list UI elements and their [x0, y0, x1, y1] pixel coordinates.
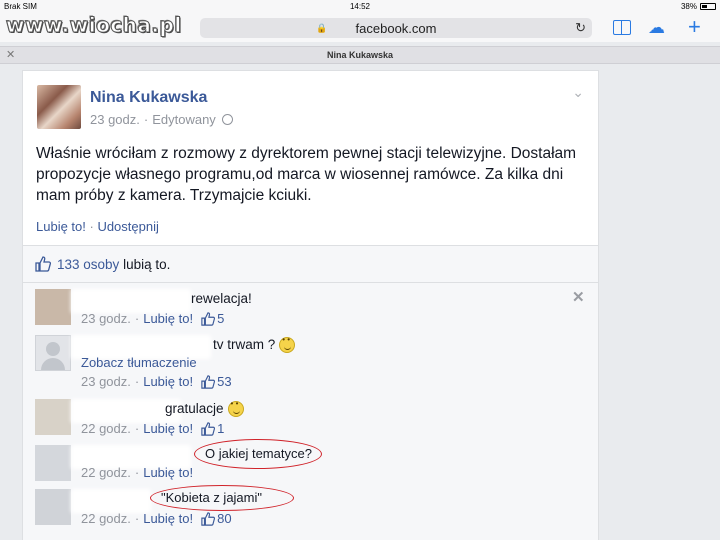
comment-like-count[interactable]: 1: [217, 421, 224, 436]
like-button[interactable]: Lubię to!: [36, 219, 86, 234]
comments-section: ✕ rewelacja! 23 godz. · Lubię to! 5 tv t…: [22, 283, 599, 540]
comment-time[interactable]: 23 godz.: [81, 311, 131, 326]
reload-icon[interactable]: ↻: [575, 20, 586, 36]
comment-meta: 22 godz. · Lubię to! 80: [81, 511, 232, 526]
comment-item: rewelacja! 23 godz. · Lubię to! 5: [23, 287, 600, 331]
thumb-up-icon: [201, 374, 216, 389]
comment-text: gratulacje: [165, 399, 244, 418]
comment-item: tv trwam ? Zobacz tłumaczenie 23 godz. ·…: [23, 333, 600, 393]
avatar[interactable]: [35, 445, 71, 481]
avatar[interactable]: [35, 335, 71, 371]
watermark: www.wiocha.pl: [6, 13, 182, 38]
post-author[interactable]: Nina Kukawska: [90, 89, 207, 107]
post-actions: Lubię to! · Udostępnij: [36, 219, 159, 234]
comment-text: "Kobieta z jajami": [161, 490, 262, 505]
likes-count: 133 osoby lubią to.: [57, 257, 170, 272]
comment-like-button[interactable]: Lubię to!: [143, 374, 193, 389]
battery-icon: [700, 3, 716, 10]
likes-link[interactable]: 133 osoby: [57, 257, 119, 272]
see-translation-link[interactable]: Zobacz tłumaczenie: [81, 355, 197, 370]
status-bar: Brak SIM 14:52 38%: [0, 0, 720, 14]
tab-title[interactable]: Nina Kukawska: [0, 50, 720, 60]
likes-suffix: lubią to.: [119, 257, 171, 272]
tab-bar: ✕ Nina Kukawska: [0, 46, 720, 64]
comment-time[interactable]: 23 godz.: [81, 374, 131, 389]
comment-text-content: tv trwam ?: [213, 337, 276, 352]
likes-summary: 133 osoby lubią to.: [22, 245, 599, 283]
comment-text: rewelacja!: [191, 291, 252, 306]
comment-meta: 23 godz. · Lubię to! 53: [81, 374, 232, 389]
plus-icon[interactable]: +: [688, 14, 701, 40]
address-bar[interactable]: 🔒 facebook.com ↻: [200, 18, 592, 38]
avatar[interactable]: [35, 489, 71, 525]
comment-item: gratulacje 22 godz. · Lubię to! 1: [23, 397, 600, 441]
thumb-up-icon: [201, 421, 216, 436]
comment-like-button[interactable]: Lubię to!: [143, 511, 193, 526]
comment-item: "Kobieta z jajami" 22 godz. · Lubię to! …: [23, 485, 600, 533]
comment-meta: 22 godz. · Lubię to!: [81, 465, 194, 480]
comment-like-button[interactable]: Lubię to!: [143, 311, 193, 326]
comment-item: O jakiej tematyce? 22 godz. · Lubię to!: [23, 439, 600, 483]
thumb-up-icon: [201, 311, 216, 326]
browser-toolbar: www.wiocha.pl 🔒 facebook.com ↻ ☁ +: [0, 13, 720, 42]
post-time[interactable]: 23 godz.: [90, 112, 140, 127]
comment-like-count[interactable]: 53: [217, 374, 231, 389]
comment-text: tv trwam ?: [213, 335, 296, 354]
edited-label[interactable]: Edytowany: [152, 112, 216, 127]
battery-indicator: 38%: [681, 2, 716, 11]
comment-time[interactable]: 22 godz.: [81, 511, 131, 526]
chevron-down-icon[interactable]: ⌄: [572, 84, 584, 101]
url-text[interactable]: facebook.com: [200, 21, 592, 36]
smile-icon: [227, 399, 244, 418]
avatar[interactable]: [35, 399, 71, 435]
post-text: Właśnie wróciłam z rozmowy z dyrektorem …: [36, 145, 577, 204]
thumb-up-icon: [201, 511, 216, 526]
blurred-name: [71, 289, 191, 313]
blurred-name: [71, 489, 151, 513]
comment-like-count[interactable]: 5: [217, 311, 224, 326]
comment-like-button[interactable]: Lubię to!: [143, 421, 193, 436]
comment-like-count[interactable]: 80: [217, 511, 231, 526]
avatar[interactable]: [35, 289, 71, 325]
battery-percent: 38%: [680, 2, 697, 11]
comment-time[interactable]: 22 godz.: [81, 421, 131, 436]
cropped-comment: [103, 533, 533, 540]
comment-like-button[interactable]: Lubię to!: [143, 465, 193, 480]
book-icon[interactable]: [613, 20, 631, 35]
avatar[interactable]: [37, 85, 81, 129]
smile-icon: [279, 335, 296, 354]
thumb-up-icon: [35, 256, 51, 272]
globe-icon: [221, 114, 233, 125]
comment-meta: 22 godz. · Lubię to! 1: [81, 421, 225, 436]
comment-text-content: gratulacje: [165, 401, 224, 416]
comment-time[interactable]: 22 godz.: [81, 465, 131, 480]
cloud-icon[interactable]: ☁: [648, 18, 665, 38]
meta-separator: ·: [143, 112, 149, 127]
post-card: Nina Kukawska 23 godz. · Edytowany ⌄ Wła…: [22, 70, 599, 245]
action-separator: ·: [85, 219, 98, 234]
post-meta: 23 godz. · Edytowany: [90, 112, 233, 127]
comment-meta: 23 godz. · Lubię to! 5: [81, 311, 225, 326]
comment-text: O jakiej tematyce?: [205, 446, 312, 461]
share-button[interactable]: Udostępnij: [97, 219, 158, 234]
clock: 14:52: [349, 2, 371, 11]
